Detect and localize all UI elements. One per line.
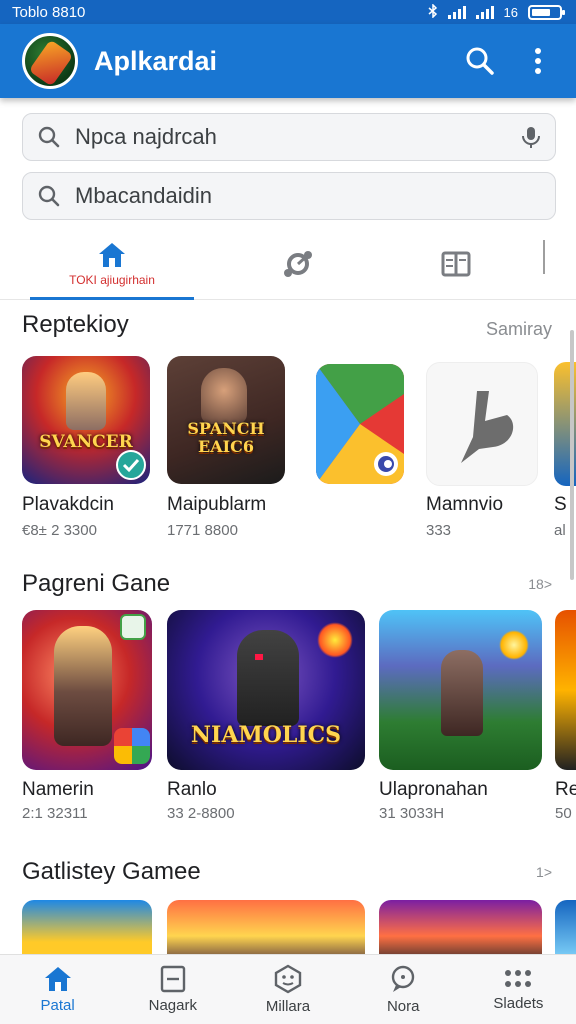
app-tile[interactable] — [426, 362, 538, 486]
game-meta: 31 3033H — [379, 805, 445, 822]
nav-item-news[interactable]: Nora — [346, 955, 461, 1024]
tab-library[interactable] — [416, 228, 496, 300]
game-name: Namerin — [22, 779, 94, 800]
bluetooth-icon — [428, 2, 438, 21]
section-link-see-all[interactable]: Samiray — [486, 319, 552, 340]
tab-divider — [543, 240, 545, 274]
game-tile[interactable] — [22, 900, 152, 960]
game-controller-icon — [274, 964, 302, 994]
installed-check-icon — [116, 450, 146, 480]
app-tile[interactable]: SVANCER — [22, 356, 150, 484]
app-name: Maipublarm — [167, 494, 267, 515]
game-tile[interactable] — [22, 610, 152, 770]
game-meta: 50 — [555, 805, 572, 822]
network-indicator: 16 — [503, 4, 518, 20]
tile-art-text: NIAMOLICS — [190, 722, 342, 748]
app-name: Plavakdcin — [22, 494, 114, 515]
more-options-button[interactable] — [518, 41, 558, 81]
game-name: Ranlo — [167, 779, 217, 800]
home-icon — [44, 967, 71, 991]
status-bar: Toblo 8810 16 — [0, 0, 576, 24]
search-placeholder: Npca najdrcah — [75, 124, 217, 149]
app-bar: Aplkardai — [0, 24, 576, 98]
search-input[interactable]: Npca najdrcah — [22, 113, 556, 161]
nav-item-games[interactable]: Millara — [230, 955, 345, 1024]
nav-label: Nagark — [148, 997, 197, 1014]
tab-bar: TOKI ajiugirhain — [0, 228, 576, 300]
game-tile[interactable]: NIAMOLICS — [167, 610, 365, 770]
signal-icon — [447, 5, 466, 19]
settings-cog-icon — [284, 251, 312, 277]
game-tile[interactable] — [379, 610, 542, 770]
status-icons: 16 — [428, 2, 565, 21]
tab-indicator — [30, 297, 194, 300]
tab-home[interactable]: TOKI ajiugirhain — [30, 228, 194, 300]
nav-item-library[interactable]: Nagark — [115, 955, 230, 1024]
mic-icon[interactable] — [521, 125, 541, 149]
home-icon — [99, 243, 125, 267]
app-meta: 1771 8800 — [167, 522, 238, 539]
bottom-nav: Patal Nagark Millara Nora Sladets — [0, 954, 576, 1024]
tile-art-text: SPANCH EAIC6 — [187, 419, 265, 456]
badge-icon — [120, 614, 146, 640]
search-button[interactable] — [460, 41, 500, 81]
bookmark-box-icon — [160, 965, 185, 993]
app-logo-icon — [461, 391, 514, 463]
nav-label: Nora — [386, 998, 420, 1015]
app-meta: 333 — [426, 522, 452, 539]
more-vert-icon — [535, 48, 541, 74]
section-link-see-all[interactable]: 18> — [528, 576, 552, 592]
status-time: Toblo 8810 — [12, 3, 86, 21]
tab-home-label: TOKI ajiugirhain — [69, 273, 155, 287]
app-title: Aplkardai — [94, 45, 218, 76]
section-link-see-all[interactable]: 1> — [536, 864, 552, 880]
search-icon — [38, 126, 60, 148]
search-placeholder: Mbacandaidin — [75, 183, 212, 208]
library-icon — [441, 251, 471, 277]
app-tile[interactable]: SPANCH EAIC6 — [167, 356, 285, 484]
app-name: Mamnvio — [426, 494, 504, 515]
apps-dots-icon — [505, 970, 532, 987]
store-badge-icon — [114, 728, 150, 764]
nav-item-more[interactable]: Sladets — [461, 955, 576, 1024]
section-title-popular: Pagreni Gane — [22, 570, 171, 597]
nav-label: Patal — [40, 997, 75, 1014]
app-meta: al — [554, 522, 566, 539]
play-store-icon — [316, 364, 404, 484]
game-tile[interactable] — [555, 610, 576, 770]
secondary-search-input[interactable]: Mbacandaidin — [22, 172, 556, 220]
game-tile[interactable] — [379, 900, 542, 960]
game-tile[interactable] — [555, 900, 576, 960]
search-icon — [466, 47, 494, 75]
scrollbar[interactable] — [570, 330, 574, 580]
signal-icon-2 — [475, 5, 494, 19]
app-name: S — [554, 494, 567, 515]
battery-icon — [528, 4, 565, 20]
app-tile[interactable] — [316, 364, 404, 484]
section-title-category: Gatlistey Gamee — [22, 858, 201, 885]
game-meta: 33 2-8800 — [167, 805, 235, 822]
search-icon — [38, 185, 60, 207]
section-title-recommended: Reptekioy — [22, 311, 129, 338]
nav-item-home[interactable]: Patal — [0, 955, 115, 1024]
game-meta: 2:1 32311 — [22, 805, 88, 822]
game-tile[interactable] — [167, 900, 365, 960]
nav-label: Millara — [265, 998, 311, 1015]
chat-bubble-icon — [392, 965, 415, 992]
nav-label: Sladets — [493, 995, 544, 1012]
game-avatar-icon[interactable] — [22, 33, 78, 89]
game-name: Re — [555, 779, 576, 800]
game-name: Ulapronahan — [379, 779, 488, 800]
tab-settings[interactable] — [258, 228, 338, 300]
app-meta: €8± 2 3300 — [22, 522, 97, 539]
tile-art-text: SVANCER — [39, 432, 133, 452]
